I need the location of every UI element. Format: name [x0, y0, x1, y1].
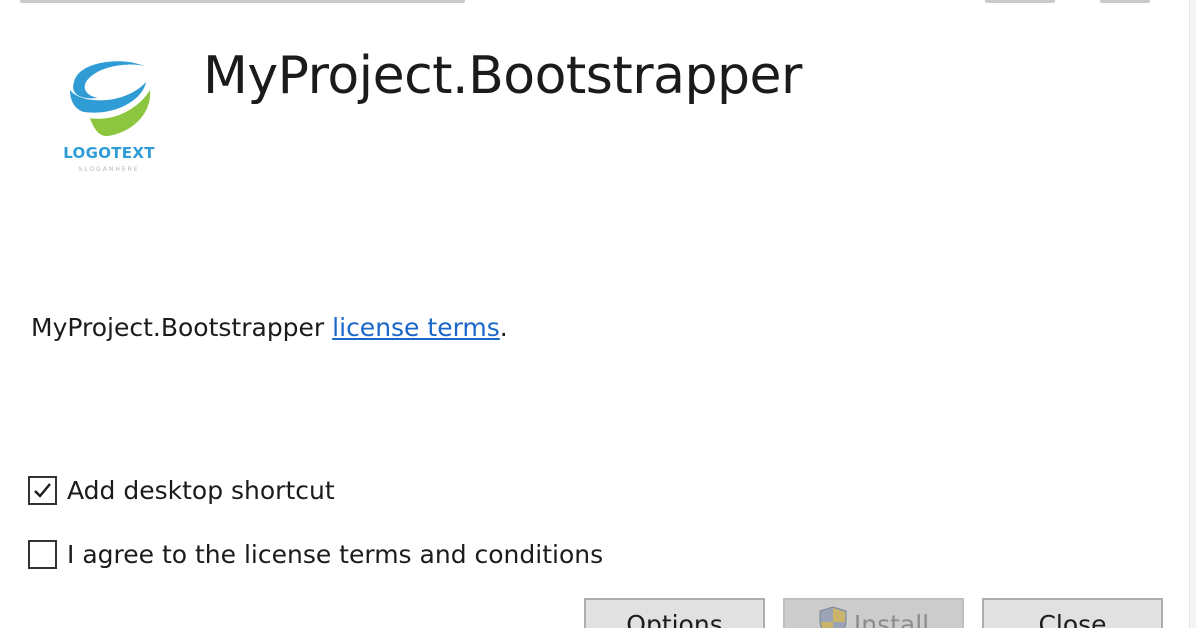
company-logo: LOGOTEXT SLOGANHERE: [50, 52, 168, 182]
title-bar: [0, 0, 1196, 4]
logo-tagline: SLOGANHERE: [78, 166, 140, 173]
install-button-label: Install: [853, 610, 930, 628]
checkmark-icon: [34, 483, 51, 498]
app-title: MyProject.Bootstrapper: [203, 46, 802, 106]
uac-shield-icon: [819, 606, 847, 628]
logo-text: LOGOTEXT: [63, 144, 155, 162]
logo-swoosh-icon: [70, 61, 151, 137]
desktop-shortcut-option[interactable]: Add desktop shortcut: [28, 476, 335, 505]
desktop-shortcut-checkbox[interactable]: [28, 476, 57, 505]
agree-license-checkbox[interactable]: [28, 540, 57, 569]
close-button-label: Close: [1038, 610, 1107, 628]
license-terms-link[interactable]: license terms: [332, 313, 500, 342]
desktop-shortcut-label[interactable]: Add desktop shortcut: [67, 476, 335, 505]
options-button[interactable]: Options: [584, 598, 765, 628]
close-button[interactable]: Close: [982, 598, 1163, 628]
install-button[interactable]: Install: [783, 598, 964, 628]
license-prefix: MyProject.Bootstrapper: [31, 313, 333, 342]
agree-license-label[interactable]: I agree to the license terms and conditi…: [67, 540, 603, 569]
license-suffix: .: [499, 313, 508, 342]
installer-window: LOGOTEXT SLOGANHERE MyProject.Bootstrapp…: [0, 0, 1196, 628]
agree-license-option[interactable]: I agree to the license terms and conditi…: [28, 540, 603, 569]
license-statement: MyProject.Bootstrapper license terms.: [31, 313, 508, 342]
window-border: [1189, 0, 1196, 628]
options-button-label: Options: [626, 610, 723, 628]
